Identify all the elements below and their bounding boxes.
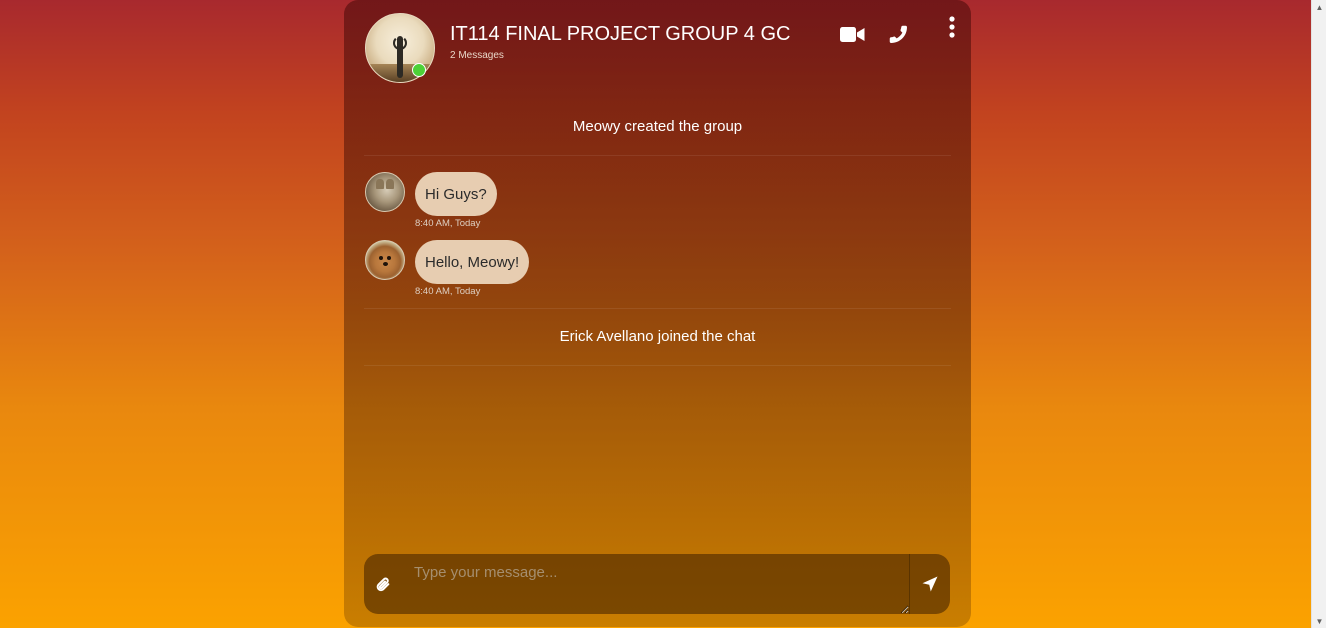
system-message-user-joined: Erick Avellano joined the chat	[559, 328, 756, 345]
message-bubble: Hi Guys?	[415, 172, 497, 216]
message-timestamp: 8:40 AM, Today	[415, 286, 481, 297]
send-icon[interactable]	[910, 554, 950, 614]
system-message-group-created: Meowy created the group	[572, 118, 743, 135]
dog-avatar[interactable]	[365, 240, 405, 280]
chat-header: IT114 FINAL PROJECT GROUP 4 GC 2 Message…	[344, 0, 971, 92]
page-scrollbar[interactable]: ▲ ▼	[1311, 0, 1326, 628]
divider	[364, 155, 951, 156]
scroll-up-icon[interactable]: ▲	[1312, 0, 1326, 14]
online-status-indicator	[412, 63, 426, 77]
phone-icon[interactable]	[884, 22, 912, 46]
message-bubble: Hello, Meowy!	[415, 240, 530, 284]
chat-window: IT114 FINAL PROJECT GROUP 4 GC 2 Message…	[344, 0, 971, 627]
more-vertical-icon[interactable]	[942, 14, 962, 40]
message-input[interactable]	[402, 554, 910, 614]
paperclip-icon[interactable]	[364, 554, 402, 614]
scroll-down-icon[interactable]: ▼	[1312, 614, 1326, 628]
message-composer	[364, 554, 950, 614]
message-timestamp: 8:40 AM, Today	[415, 218, 481, 229]
message-count: 2 Messages	[450, 50, 504, 61]
divider	[364, 365, 951, 366]
video-camera-icon[interactable]	[838, 22, 866, 46]
divider	[364, 308, 951, 309]
cat-avatar[interactable]	[365, 172, 405, 212]
group-title: IT114 FINAL PROJECT GROUP 4 GC	[450, 23, 791, 45]
